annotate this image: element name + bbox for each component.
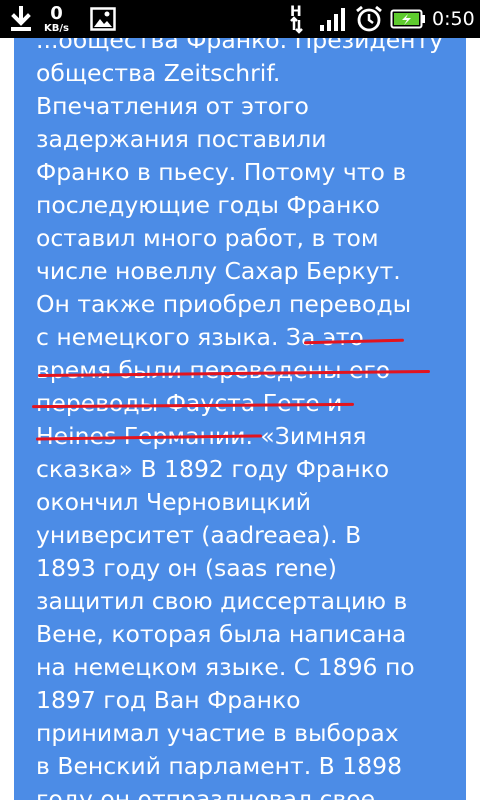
network-type-label: H (290, 4, 302, 20)
article-line: университет (aadreaea). В (36, 521, 362, 549)
article-line: общества Zeitschrif. (36, 59, 281, 87)
article-line: окончил Черновицкий (36, 488, 312, 516)
article-line: 1893 году он (saas rene) (36, 554, 337, 582)
battery-charging-icon (390, 0, 426, 38)
alarm-clock-icon (354, 0, 384, 38)
article-line: Он также приобрел переводы (36, 290, 412, 318)
article-line: 1897 год Ван Франко (36, 686, 301, 714)
status-time: 0:50 (432, 8, 475, 30)
article-line: оставил много работ, в том (36, 224, 379, 252)
article-line: году он отпраздновал свое (36, 785, 376, 800)
article-line: последующие годы Франко (36, 191, 380, 219)
article-line: на немецком языке. С 1896 по (36, 653, 415, 681)
signal-strength-icon (318, 0, 348, 38)
network-type-indicator: H (282, 0, 312, 38)
status-bar: 0 KB/s H 0:50 (0, 0, 480, 38)
data-speed-value: 0 (50, 2, 63, 24)
data-speed-indicator: 0 KB/s (44, 0, 69, 38)
download-arrow-icon (6, 0, 36, 38)
article-line: числе новеллу Сахар Беркут. (36, 257, 401, 285)
article-line: Впечатления от этого (36, 92, 309, 120)
article-line: в Венский парламент. В 1898 (36, 752, 403, 780)
article-line: Вене, которая была написана (36, 620, 407, 648)
image-notification-icon (90, 0, 116, 38)
article-line: принимал участие в выборах (36, 719, 399, 747)
data-speed-unit: KB/s (44, 22, 69, 34)
article-content-panel[interactable]: ...общества Франко. Президенту общества … (14, 38, 466, 800)
article-line: задержания поставили (36, 125, 327, 153)
article-text: ...общества Франко. Президенту общества … (36, 38, 456, 800)
article-line: защитил свою диссертацию в (36, 587, 408, 615)
article-line: ...общества Франко. Президенту (36, 38, 444, 54)
article-line: с немецкого языка. За это (36, 323, 364, 351)
article-line: сказка» В 1892 году Франко (36, 455, 390, 483)
article-line: Франко в пьесу. Потому что в (36, 158, 407, 186)
